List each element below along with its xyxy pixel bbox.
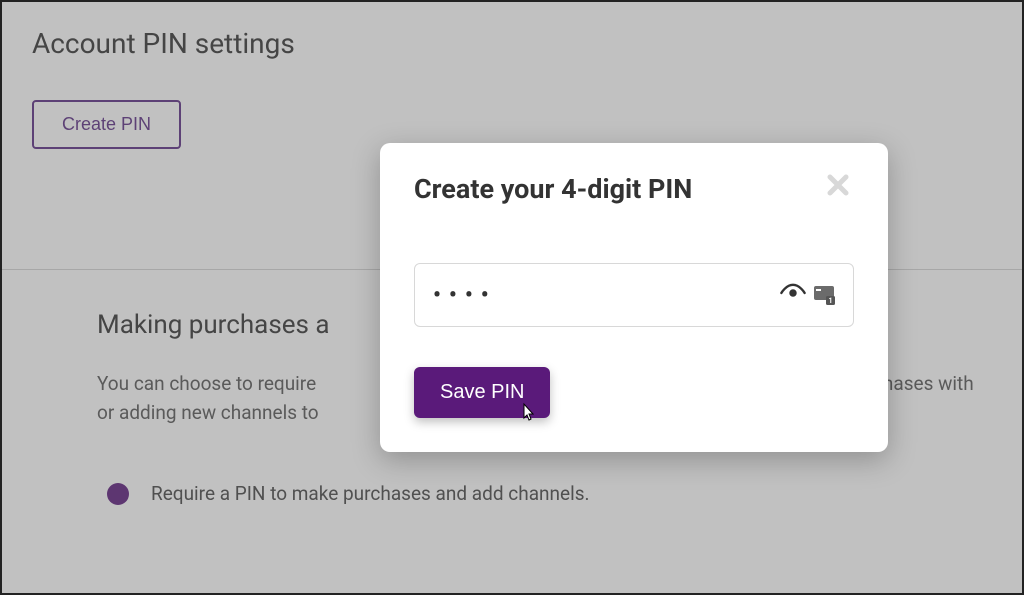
eye-icon xyxy=(779,279,807,307)
svg-text:1: 1 xyxy=(828,297,832,305)
close-button[interactable] xyxy=(826,173,854,201)
save-pin-button[interactable]: Save PIN xyxy=(414,367,550,418)
pin-masked-value: •••• xyxy=(433,283,779,308)
create-pin-modal: Create your 4-digit PIN •••• 1 xyxy=(380,143,888,452)
modal-header: Create your 4-digit PIN xyxy=(414,173,854,205)
toggle-visibility-button[interactable] xyxy=(779,279,807,311)
password-manager-icon: 1 xyxy=(813,285,835,305)
input-icon-group: 1 xyxy=(779,279,835,311)
modal-title: Create your 4-digit PIN xyxy=(414,173,692,205)
close-icon xyxy=(826,173,850,197)
password-manager-button[interactable]: 1 xyxy=(813,285,835,305)
pin-input[interactable]: •••• 1 xyxy=(414,263,854,327)
